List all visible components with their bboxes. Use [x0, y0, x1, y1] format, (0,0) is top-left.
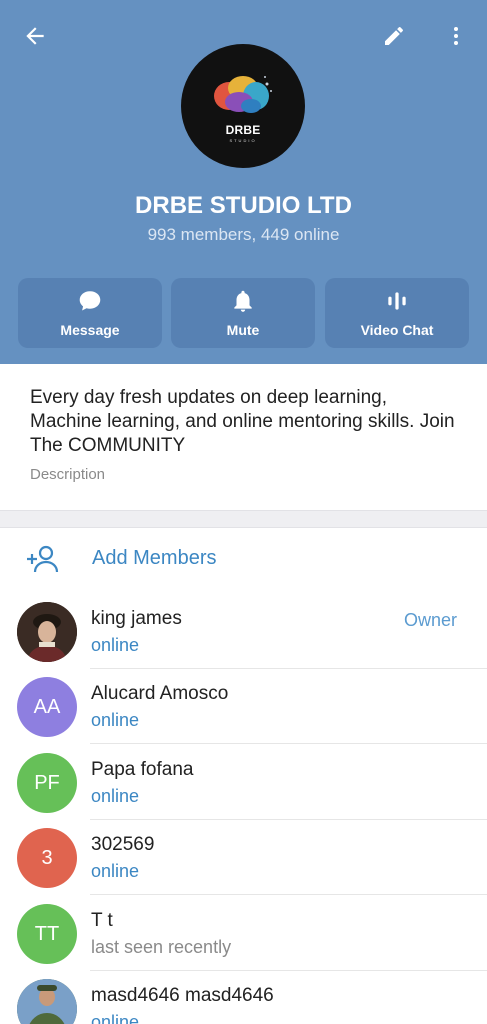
avatar	[17, 602, 77, 662]
member-status: online	[91, 710, 140, 730]
member-status: online	[91, 786, 140, 806]
video-chat-button-label: Video Chat	[360, 322, 434, 338]
member-count: 993 members, 449 online	[147, 225, 340, 244]
row-divider	[90, 743, 487, 744]
member-name: T t	[91, 910, 113, 931]
member-name: Papa fofana	[91, 759, 194, 780]
person-photo-icon	[17, 602, 77, 662]
description-label: Description	[30, 466, 106, 483]
member-row[interactable]: PF Papa fofana online	[0, 745, 487, 820]
logo-text: DRBE	[225, 123, 261, 137]
add-members-label: Add Members	[92, 547, 217, 569]
member-row[interactable]: TT T t last seen recently	[0, 896, 487, 971]
avatar: AA	[17, 677, 77, 737]
avatar: 3	[17, 828, 77, 888]
avatar: PF	[17, 753, 77, 813]
avatar	[17, 979, 77, 1024]
member-status: online	[91, 1012, 140, 1024]
add-members-button[interactable]: Add Members	[0, 530, 487, 590]
arrow-left-icon	[26, 27, 44, 45]
profile-header: DRBE STUDIO DRBE STUDIO LTD 993 members,…	[0, 0, 487, 364]
mute-button[interactable]: Mute	[171, 278, 315, 348]
more-options-button[interactable]	[436, 16, 476, 56]
mute-button-label: Mute	[226, 322, 260, 338]
group-avatar[interactable]: DRBE STUDIO	[181, 44, 305, 168]
member-row[interactable]: king james online Owner	[0, 594, 487, 669]
voice-bars-icon	[388, 292, 406, 310]
member-status: online	[91, 635, 140, 655]
avatar: TT	[17, 904, 77, 964]
person-photo-icon	[17, 979, 77, 1024]
edit-button[interactable]	[374, 16, 414, 56]
member-status: online	[91, 861, 140, 881]
brain-logo-icon	[214, 76, 272, 113]
member-name: masd4646 masd4646	[91, 985, 274, 1006]
add-person-icon	[27, 545, 59, 573]
section-divider	[0, 510, 487, 528]
member-name: Alucard Amosco	[91, 683, 229, 704]
message-button-label: Message	[60, 322, 120, 338]
member-role-badge: Owner	[403, 610, 457, 630]
more-vertical-icon	[454, 27, 458, 45]
member-name: king james	[91, 608, 182, 629]
back-button[interactable]	[15, 16, 55, 56]
group-title: DRBE STUDIO LTD	[135, 192, 352, 219]
row-divider	[90, 894, 487, 895]
member-row[interactable]: AA Alucard Amosco online	[0, 669, 487, 744]
member-name: 302569	[91, 834, 155, 855]
bell-icon	[234, 290, 252, 312]
message-button[interactable]: Message	[18, 278, 162, 348]
chat-bubble-icon	[79, 291, 101, 311]
video-chat-button[interactable]: Video Chat	[325, 278, 469, 348]
member-row[interactable]: 3 302569 online	[0, 820, 487, 895]
logo-subtext: STUDIO	[229, 138, 257, 143]
pencil-icon	[385, 26, 404, 45]
member-row[interactable]: masd4646 masd4646 online	[0, 971, 487, 1024]
member-status: last seen recently	[91, 937, 232, 957]
group-description: Every day fresh updates on deep learning…	[30, 387, 455, 456]
